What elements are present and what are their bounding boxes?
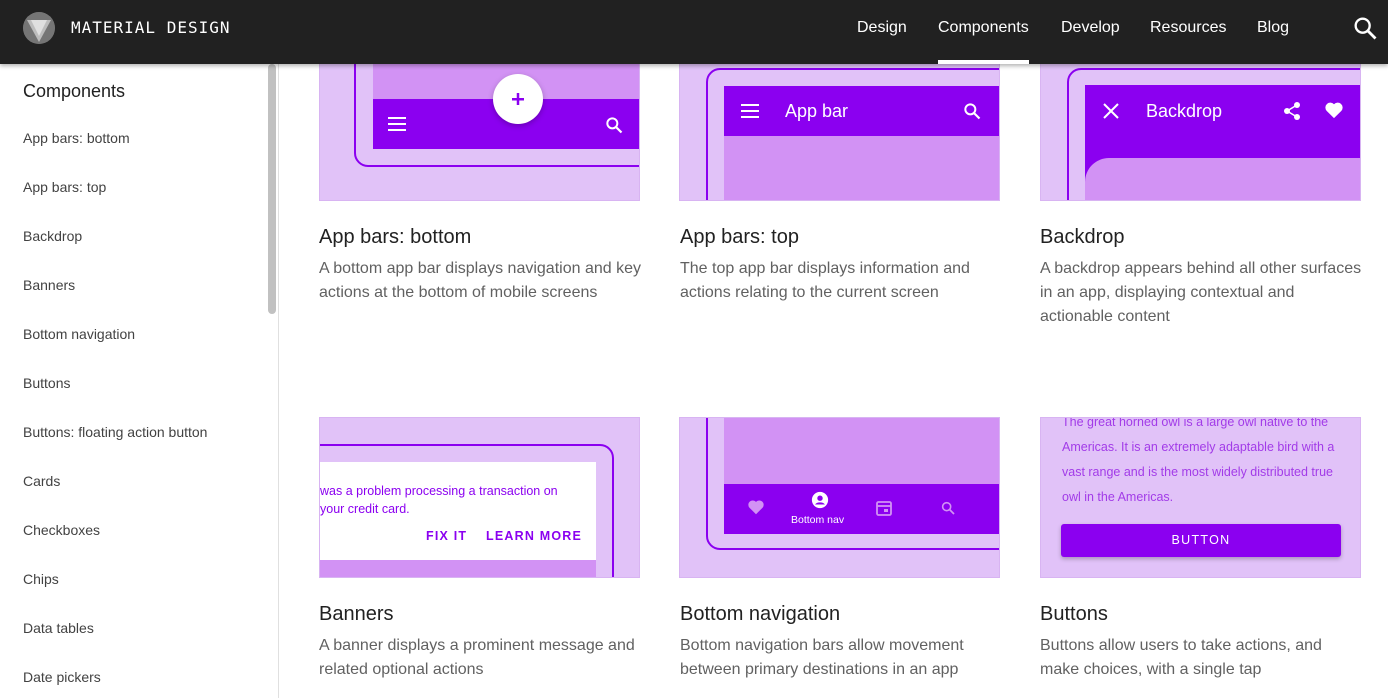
calendar-icon: [876, 501, 892, 516]
search-icon[interactable]: [1351, 14, 1379, 42]
search-icon: [941, 501, 955, 515]
sidebar-item-fab[interactable]: Buttons: floating action button: [23, 424, 207, 440]
card-desc-app-bars-top: The top app bar displays information and…: [680, 260, 970, 301]
sidebar-item-checkboxes[interactable]: Checkboxes: [23, 522, 100, 538]
card-title-bottom-navigation[interactable]: Bottom navigation: [680, 603, 840, 626]
banner-learn-button: LEARN MORE: [486, 529, 583, 543]
bottom-nav-label: Bottom nav: [791, 514, 845, 526]
card-desc-banners: A banner displays a prominent message an…: [319, 637, 635, 678]
backdrop-label: Backdrop: [1146, 101, 1223, 121]
search-icon: [606, 117, 623, 134]
sidebar-item-date-pickers[interactable]: Date pickers: [23, 669, 101, 685]
sidebar-title: Components: [23, 81, 126, 101]
card-title-buttons[interactable]: Buttons: [1040, 603, 1108, 626]
card-title-backdrop[interactable]: Backdrop: [1040, 226, 1125, 249]
card-desc-app-bars-bottom: A bottom app bar displays navigation and…: [319, 260, 641, 301]
nav-resources[interactable]: Resources: [1150, 0, 1226, 64]
nav-design[interactable]: Design: [857, 0, 907, 64]
sidebar-item-backdrop[interactable]: Backdrop: [23, 228, 82, 244]
app-bar-label: App bar: [785, 101, 849, 121]
nav-blog[interactable]: Blog: [1257, 0, 1289, 64]
sidebar-item-chips[interactable]: Chips: [23, 571, 59, 587]
material-logo-icon[interactable]: [23, 12, 55, 44]
heart-icon: [1325, 102, 1343, 119]
sidebar-item-data-tables[interactable]: Data tables: [23, 620, 94, 636]
sidebar-item-buttons[interactable]: Buttons: [23, 375, 70, 391]
card-image-banners[interactable]: was a problem processing a transaction o…: [319, 417, 640, 578]
sidebar: Components App bars: bottom App bars: to…: [0, 64, 279, 698]
top-app-bar: MATERIAL DESIGN Design Components Develo…: [0, 0, 1388, 64]
card-image-backdrop[interactable]: Backdrop: [1040, 40, 1361, 201]
card-desc-buttons: Buttons allow users to take actions, and…: [1040, 637, 1322, 678]
sample-button: BUTTON: [1061, 524, 1341, 557]
share-icon: [1284, 102, 1300, 120]
sidebar-scrollbar[interactable]: [268, 64, 276, 314]
heart-icon: [748, 500, 764, 515]
nav-develop[interactable]: Develop: [1061, 0, 1120, 64]
card-title-app-bars-top[interactable]: App bars: top: [680, 226, 799, 249]
menu-icon: [741, 104, 759, 118]
sidebar-item-banners[interactable]: Banners: [23, 277, 75, 293]
account-circle-icon: [811, 491, 829, 509]
banner-fix-button: FIX IT: [426, 529, 468, 543]
card-image-app-bars-top[interactable]: App bar: [679, 40, 1000, 201]
search-icon: [964, 103, 981, 120]
sidebar-item-app-bars-bottom[interactable]: App bars: bottom: [23, 130, 130, 146]
card-title-app-bars-bottom[interactable]: App bars: bottom: [319, 226, 471, 249]
close-icon: [1103, 103, 1119, 119]
fab-add-icon: [493, 74, 543, 124]
sidebar-item-bottom-navigation[interactable]: Bottom navigation: [23, 326, 135, 342]
card-desc-backdrop: A backdrop appears behind all other surf…: [1040, 260, 1362, 325]
card-image-bottom-navigation[interactable]: Bottom nav: [679, 417, 1000, 578]
sidebar-item-app-bars-top[interactable]: App bars: top: [23, 179, 106, 195]
brand-title[interactable]: MATERIAL DESIGN: [71, 18, 231, 37]
card-image-app-bars-bottom[interactable]: [319, 40, 640, 201]
card-desc-bottom-navigation: Bottom navigation bars allow movement be…: [680, 637, 964, 678]
card-title-banners[interactable]: Banners: [319, 603, 394, 626]
buttons-sample-text: The great horned owl is a large owl nati…: [1062, 417, 1335, 504]
nav-components[interactable]: Components: [938, 0, 1029, 64]
card-image-buttons[interactable]: The great horned owl is a large owl nati…: [1040, 417, 1361, 578]
menu-icon: [388, 117, 406, 131]
banner-message: was a problem processing a transaction o…: [320, 484, 558, 516]
sidebar-item-cards[interactable]: Cards: [23, 473, 60, 489]
